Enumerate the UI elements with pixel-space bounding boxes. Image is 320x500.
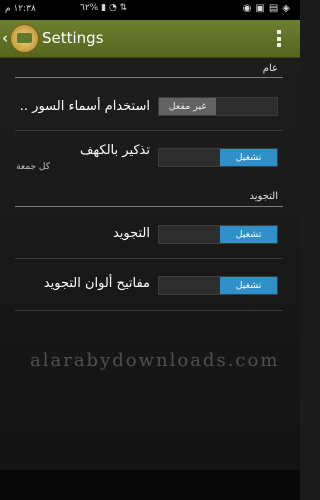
status-notification-icons: ◉▣▤◈ (243, 3, 294, 14)
wifi-icon: ◔ (108, 3, 117, 13)
switch-knob: تشغيل (220, 226, 277, 243)
switch-knob: تشغيل (220, 149, 277, 166)
section-divider (15, 206, 283, 207)
status-bar: ١٢:٣٨ م ٦٢% ▮ ◔ ⇅ ◉▣▤◈ (0, 0, 300, 20)
overflow-menu-icon[interactable] (277, 30, 281, 47)
battery-level: ٦٢% (80, 3, 99, 13)
row-divider (15, 130, 283, 131)
row-divider (15, 310, 283, 311)
settings-list: عام استخدام أسماء السور .. غير مفعل تذكي… (0, 58, 300, 500)
section-divider (15, 77, 283, 78)
back-chevron-icon[interactable]: ‹ (2, 29, 8, 47)
notification-icon: ▣ (255, 3, 269, 14)
app-logo-icon[interactable] (10, 24, 39, 53)
whatsapp-icon: ◉ (242, 3, 256, 14)
row-divider (15, 258, 283, 259)
watermark: alarabydownloads.com (30, 350, 280, 371)
kahf-reminder-switch[interactable]: تشغيل (158, 148, 278, 167)
navigation-bar (0, 470, 300, 500)
switch-knob: غير مفعل (159, 98, 216, 115)
notification-icon: ◈ (282, 3, 294, 14)
signal-icon: ▮ (101, 3, 107, 13)
tajweed-switch[interactable]: تشغيل (158, 225, 278, 244)
pref-summary: كل جمعة (16, 162, 50, 172)
data-icon: ⇅ (119, 3, 128, 13)
pref-title: استخدام أسماء السور .. (19, 99, 150, 114)
pref-title: التجويد (112, 226, 150, 241)
status-connectivity-icons: ٦٢% ▮ ◔ ⇅ (80, 3, 127, 13)
pref-title: تذكير بالكهف (79, 143, 150, 158)
status-time: ١٢:٣٨ م (5, 4, 36, 14)
gallery-icon: ▤ (268, 3, 283, 14)
switch-knob: تشغيل (220, 277, 277, 294)
page-title: Settings (42, 29, 104, 47)
section-header-tajweed: التجويد (249, 191, 279, 202)
section-header-general: عام (262, 63, 278, 74)
surah-names-switch[interactable]: غير مفعل (158, 97, 278, 116)
pref-title: مفاتيح ألوان التجويد (43, 276, 150, 291)
tajweed-colors-switch[interactable]: تشغيل (158, 276, 278, 295)
action-bar: ‹ Settings (0, 20, 300, 58)
